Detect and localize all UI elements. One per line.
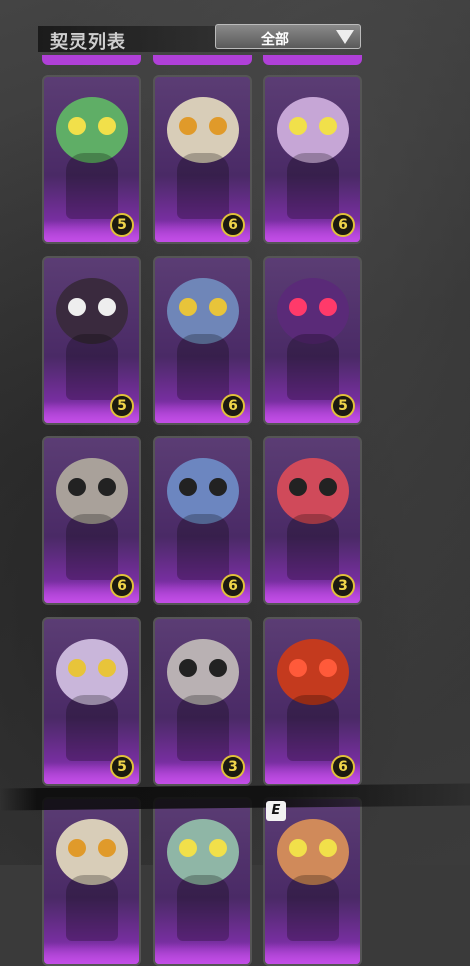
level-badge: 6: [221, 574, 245, 598]
creature-card[interactable]: 5: [42, 617, 141, 786]
level-badge: 5: [110, 755, 134, 779]
dark-shadow-creature-icon: [50, 272, 134, 402]
creature-card[interactable]: 5: [263, 256, 362, 425]
filter-dropdown[interactable]: 全部: [215, 24, 361, 49]
green-frog-creature-icon: [50, 91, 134, 221]
level-badge: 5: [110, 213, 134, 237]
creature-card[interactable]: 6: [153, 75, 252, 244]
level-badge: 6: [331, 213, 355, 237]
orange-frog-creature-icon: [271, 813, 355, 943]
purple-hooded-creature-icon: [271, 272, 355, 402]
creature-card[interactable]: 5: [42, 256, 141, 425]
card-glow: [155, 942, 250, 964]
red-masked-creature-icon: [271, 452, 355, 582]
page-title: 契灵列表: [50, 32, 126, 53]
level-badge: 6: [331, 755, 355, 779]
grey-white-masked-creature-icon: [161, 633, 245, 763]
level-badge: 5: [331, 394, 355, 418]
creature-card[interactable]: 3: [263, 436, 362, 605]
creature-card[interactable]: 6: [263, 617, 362, 786]
lilac-frog-creature-icon: [271, 91, 355, 221]
teal-frog-creature-icon: [161, 813, 245, 943]
level-badge: 6: [110, 574, 134, 598]
creature-card[interactable]: 6: [42, 436, 141, 605]
level-badge: 6: [221, 213, 245, 237]
dropdown-arrow-icon: [336, 30, 354, 44]
card-glow: [265, 942, 360, 964]
card-glow: [44, 942, 139, 964]
hotkey-e-icon: E: [266, 801, 286, 821]
grey-masked-creature-icon: [50, 452, 134, 582]
level-badge: 6: [221, 394, 245, 418]
creature-card[interactable]: [263, 797, 362, 966]
level-badge: 3: [331, 574, 355, 598]
creature-card[interactable]: 6: [153, 256, 252, 425]
level-badge: 5: [110, 394, 134, 418]
creature-card[interactable]: 3: [153, 617, 252, 786]
creature-card[interactable]: 5: [42, 75, 141, 244]
bandaged-mummy-creature-icon: [161, 91, 245, 221]
bandaged-mummy-creature-icon: [50, 813, 134, 943]
partial-card-row-top: [42, 55, 363, 67]
creature-card[interactable]: [42, 797, 141, 966]
blue-masked-creature-icon: [161, 452, 245, 582]
creature-card[interactable]: [153, 797, 252, 966]
lavender-furry-creature-icon: [50, 633, 134, 763]
red-hooded-creature-icon: [271, 633, 355, 763]
blue-furry-creature-icon: [161, 272, 245, 402]
filter-value: 全部: [261, 32, 289, 48]
creature-card[interactable]: 6: [263, 75, 362, 244]
creature-card[interactable]: 6: [153, 436, 252, 605]
level-badge: 3: [221, 755, 245, 779]
